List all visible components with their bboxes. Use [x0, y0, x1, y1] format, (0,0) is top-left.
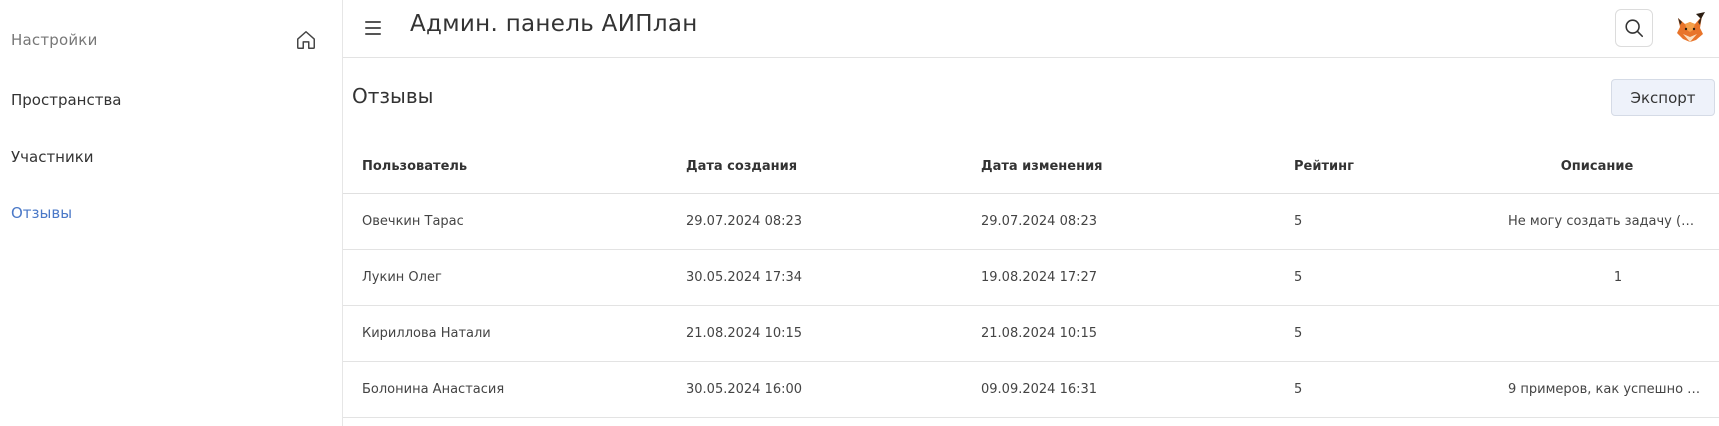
- search-button[interactable]: [1615, 9, 1653, 47]
- top-bar: Админ. панель АИПлан: [343, 0, 1719, 58]
- cell-user: Овечкин Тарас: [362, 214, 464, 229]
- cell-created: 30.05.2024 17:34: [686, 270, 803, 285]
- cell-created: 21.08.2024 10:15: [686, 326, 803, 341]
- app-title: Админ. панель АИПлан: [410, 11, 698, 37]
- search-icon: [1625, 19, 1644, 38]
- table-row[interactable]: Лукин Олег 30.05.2024 17:34 19.08.2024 1…: [343, 250, 1719, 306]
- column-header-description[interactable]: Описание: [1495, 139, 1699, 193]
- home-icon[interactable]: [291, 25, 321, 55]
- cell-created: 30.05.2024 16:00: [686, 382, 803, 397]
- reviews-table: Пользователь Дата создания Дата изменени…: [343, 139, 1719, 418]
- export-button[interactable]: Экспорт: [1611, 79, 1715, 116]
- table-row[interactable]: Болонина Анастасия 30.05.2024 16:00 09.0…: [343, 362, 1719, 418]
- cell-user: Болонина Анастасия: [362, 382, 505, 397]
- cell-updated: 29.07.2024 08:23: [981, 214, 1098, 229]
- cell-description: [1508, 306, 1702, 361]
- cell-description: Не могу создать задачу (на ...: [1508, 214, 1702, 229]
- column-header-user[interactable]: Пользователь: [362, 139, 662, 193]
- sidebar-item-reviews[interactable]: Отзывы: [11, 204, 72, 222]
- cell-description: 9 примеров, как успешно п...: [1508, 382, 1702, 397]
- cell-updated: 21.08.2024 10:15: [981, 326, 1098, 341]
- cell-user: Кириллова Натали: [362, 326, 491, 341]
- cell-user: Лукин Олег: [362, 270, 442, 285]
- cell-description: 1: [1613, 270, 1623, 285]
- column-header-updated[interactable]: Дата изменения: [981, 139, 1261, 193]
- column-header-rating[interactable]: Рейтинг: [1294, 139, 1414, 193]
- cell-created: 29.07.2024 08:23: [686, 214, 803, 229]
- cell-updated: 19.08.2024 17:27: [981, 270, 1098, 285]
- sidebar: Настройки Пространства Участники Отзывы: [0, 0, 342, 426]
- hamburger-menu-icon[interactable]: [365, 17, 387, 39]
- table-row[interactable]: Кириллова Натали 21.08.2024 10:15 21.08.…: [343, 306, 1719, 362]
- page-title: Отзывы: [352, 84, 434, 108]
- cell-updated: 09.09.2024 16:31: [981, 382, 1098, 397]
- sidebar-header: Настройки: [11, 20, 321, 60]
- cell-rating: 5: [1294, 214, 1303, 229]
- cell-rating: 5: [1294, 382, 1303, 397]
- cell-rating: 5: [1294, 326, 1303, 341]
- sidebar-item-spaces[interactable]: Пространства: [11, 91, 122, 109]
- table-header: Пользователь Дата создания Дата изменени…: [343, 139, 1719, 194]
- sidebar-settings-label: Настройки: [11, 31, 98, 49]
- sidebar-item-members[interactable]: Участники: [11, 148, 94, 166]
- column-header-created[interactable]: Дата создания: [686, 139, 966, 193]
- cell-rating: 5: [1294, 270, 1303, 285]
- fox-avatar-icon[interactable]: [1672, 10, 1708, 46]
- table-row[interactable]: Овечкин Тарас 29.07.2024 08:23 29.07.202…: [343, 194, 1719, 250]
